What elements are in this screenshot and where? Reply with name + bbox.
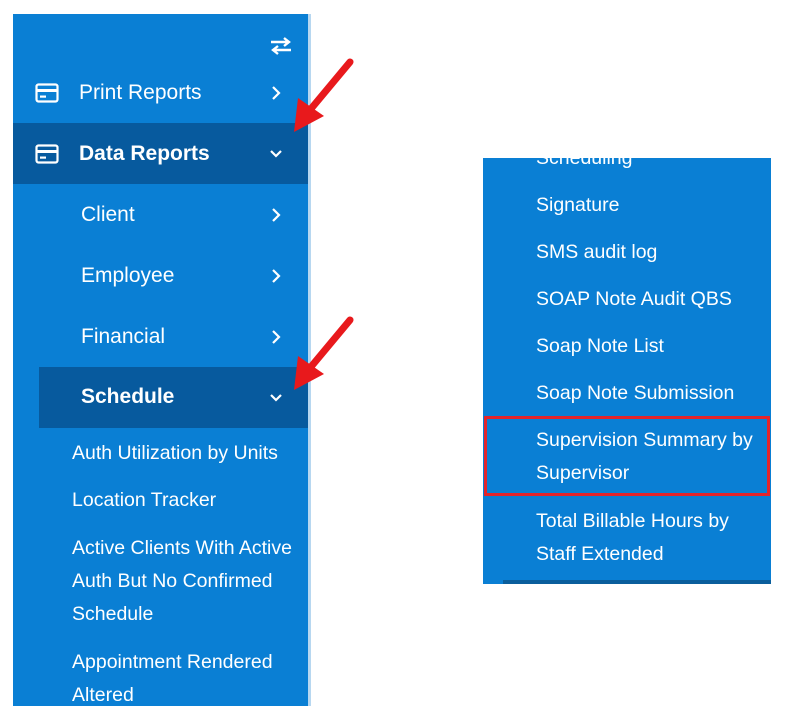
swap-arrows-icon bbox=[271, 37, 291, 55]
report-active-clients-no-schedule[interactable]: Active Clients With Active Auth But No C… bbox=[72, 532, 311, 631]
chevron-right-icon bbox=[272, 268, 281, 283]
report-signature[interactable]: Signature bbox=[536, 189, 768, 222]
red-arrow-pointer-icon bbox=[294, 58, 354, 132]
chevron-down-icon bbox=[270, 149, 282, 158]
submenu-item-client[interactable]: Client bbox=[13, 184, 308, 245]
submenu-item-schedule[interactable]: Schedule bbox=[39, 367, 308, 428]
submenu-item-financial[interactable]: Financial bbox=[13, 306, 308, 367]
report-soap-note-audit-qbs[interactable]: SOAP Note Audit QBS bbox=[536, 283, 768, 316]
report-list-panel: Scheduling Signature SMS audit log SOAP … bbox=[483, 158, 771, 584]
report-auth-utilization-by-units[interactable]: Auth Utilization by Units bbox=[72, 437, 311, 470]
print-reports-label: Print Reports bbox=[79, 80, 202, 104]
report-soap-note-submission[interactable]: Soap Note Submission bbox=[536, 377, 768, 410]
sidebar: Print Reports Data Reports Client Employ… bbox=[13, 14, 311, 706]
schedule-label: Schedule bbox=[81, 385, 175, 408]
chevron-right-icon bbox=[272, 85, 281, 100]
submenu-item-employee[interactable]: Employee bbox=[13, 245, 308, 306]
menu-item-data-reports[interactable]: Data Reports bbox=[13, 123, 308, 184]
report-scheduling[interactable]: Scheduling bbox=[536, 158, 768, 175]
chevron-right-icon bbox=[272, 207, 281, 222]
financial-label: Financial bbox=[81, 324, 166, 348]
chevron-right-icon bbox=[272, 329, 281, 344]
card-icon bbox=[35, 82, 59, 103]
data-reports-label: Data Reports bbox=[79, 141, 210, 165]
highlight-box bbox=[484, 416, 770, 496]
report-soap-note-list[interactable]: Soap Note List bbox=[536, 330, 768, 363]
chevron-down-icon bbox=[270, 393, 282, 402]
menu-item-print-reports[interactable]: Print Reports bbox=[13, 62, 308, 123]
employee-label: Employee bbox=[81, 263, 175, 287]
panel-bottom-band bbox=[503, 580, 771, 584]
client-label: Client bbox=[81, 202, 135, 226]
report-appointment-rendered-altered[interactable]: Appointment Rendered Altered bbox=[72, 646, 311, 706]
sidebar-toggle-button[interactable] bbox=[268, 36, 294, 56]
report-location-tracker[interactable]: Location Tracker bbox=[72, 484, 311, 517]
red-arrow-pointer-icon bbox=[294, 316, 354, 390]
report-total-billable-hours-by-staff-extended[interactable]: Total Billable Hours by Staff Extended bbox=[536, 505, 768, 571]
report-sms-audit-log[interactable]: SMS audit log bbox=[536, 236, 768, 269]
card-icon bbox=[35, 143, 59, 164]
